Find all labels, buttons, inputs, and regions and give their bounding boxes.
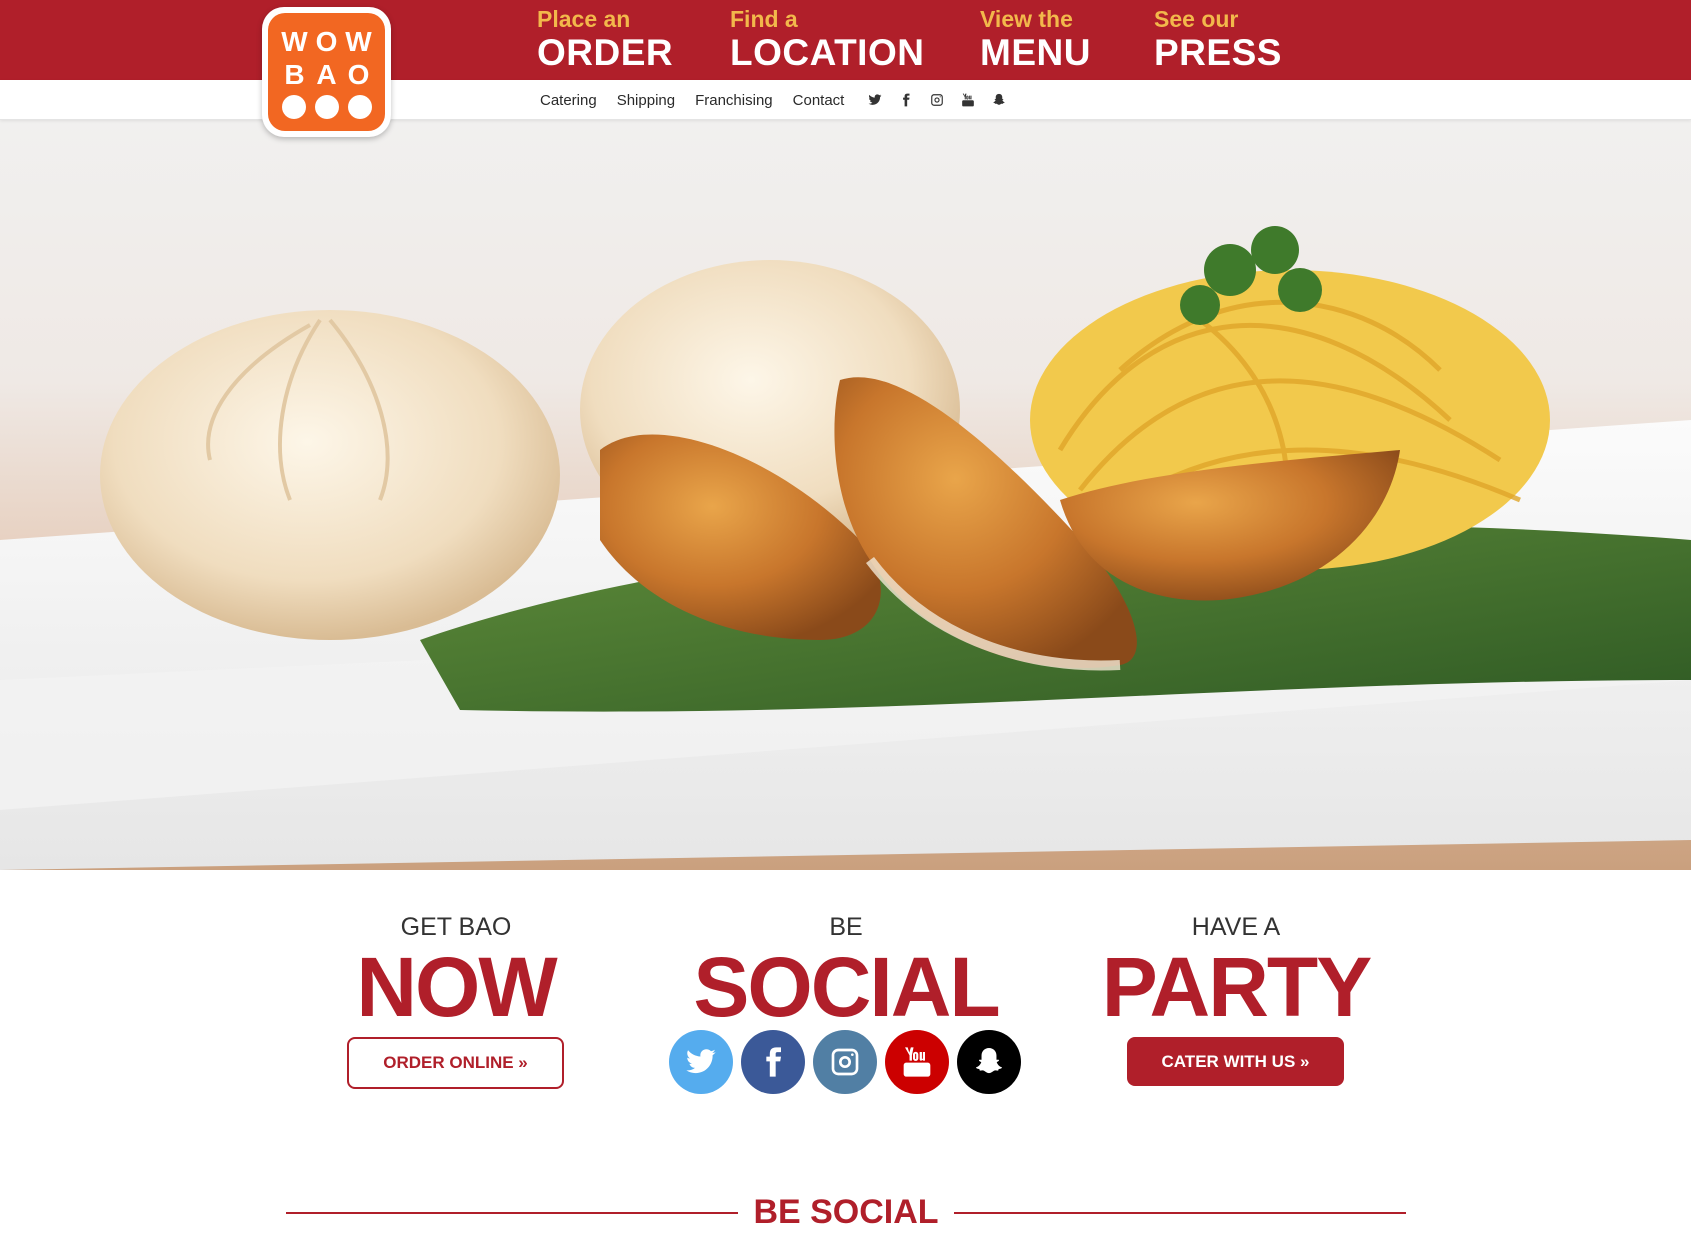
hero-food-image xyxy=(0,120,1691,870)
hero-illustration xyxy=(0,226,1691,870)
main-nav: Place an ORDER Find a LOCATION View the … xyxy=(537,6,1284,74)
nav-press[interactable]: See our PRESS xyxy=(1154,6,1284,74)
logo-letter: A xyxy=(316,59,337,90)
cater-with-us-button[interactable]: CATER WITH US » xyxy=(1127,1037,1344,1086)
nav-menu-caption: View the xyxy=(980,6,1073,32)
top-nav-bar: Place an ORDER Find a LOCATION View the … xyxy=(0,0,1691,80)
youtube-icon[interactable] xyxy=(885,1030,949,1094)
facebook-icon[interactable] xyxy=(895,89,917,111)
twitter-icon[interactable] xyxy=(864,89,886,111)
twitter-icon[interactable] xyxy=(669,1030,733,1094)
cta-social-caption: BE xyxy=(829,913,863,941)
cta-now-title: NOW xyxy=(356,940,557,1034)
sub-nav-shipping[interactable]: Shipping xyxy=(617,92,675,109)
cta-social: BE SOCIAL xyxy=(666,912,1026,1032)
logo-letter: W xyxy=(281,26,308,57)
nav-order-label: ORDER xyxy=(537,32,674,73)
instagram-icon[interactable] xyxy=(813,1030,877,1094)
cta-party-caption: HAVE A xyxy=(1191,913,1281,941)
logo-letter: B xyxy=(284,59,305,90)
youtube-icon[interactable] xyxy=(957,89,979,111)
nav-press-caption: See our xyxy=(1154,6,1239,32)
snapchat-icon[interactable] xyxy=(957,1030,1021,1094)
social-buttons xyxy=(669,1030,1029,1094)
logo-row-middle: B A O xyxy=(279,58,375,91)
nav-order[interactable]: Place an ORDER xyxy=(537,6,730,74)
divider-left xyxy=(286,1212,738,1214)
cta-party-title: PARTY xyxy=(1101,940,1372,1034)
wow-bao-logo[interactable]: W O W B A O xyxy=(262,7,391,137)
facebook-icon[interactable] xyxy=(741,1030,805,1094)
cta-social-title: SOCIAL xyxy=(693,940,1000,1034)
cta-now-caption: GET BAO xyxy=(400,913,512,941)
nav-location-label: LOCATION xyxy=(730,32,925,73)
logo-row-top: W O W xyxy=(279,25,375,58)
sub-nav-bar: Catering Shipping Franchising Contact xyxy=(0,80,1691,120)
section-heading: BE SOCIAL xyxy=(753,1193,939,1231)
logo-dot xyxy=(347,95,372,119)
logo-badge: W O W B A O xyxy=(268,13,385,131)
logo-letter: O xyxy=(347,59,370,90)
order-online-button[interactable]: ORDER ONLINE » xyxy=(347,1037,564,1089)
nav-order-caption: Place an xyxy=(537,6,631,32)
nav-location-caption: Find a xyxy=(730,6,798,32)
sub-nav-franchising[interactable]: Franchising xyxy=(695,92,773,109)
instagram-icon[interactable] xyxy=(926,89,948,111)
nav-press-label: PRESS xyxy=(1154,32,1282,73)
snapchat-icon[interactable] xyxy=(988,89,1010,111)
nav-menu-label: MENU xyxy=(980,32,1091,73)
nav-menu[interactable]: View the MENU xyxy=(980,6,1154,74)
divider-right xyxy=(954,1212,1406,1214)
logo-dots xyxy=(281,95,372,119)
sub-nav-contact[interactable]: Contact xyxy=(793,92,845,109)
sub-nav-catering[interactable]: Catering xyxy=(540,92,597,109)
logo-dot xyxy=(314,95,339,119)
logo-letter: W xyxy=(345,26,372,57)
cta-party: HAVE A PARTY xyxy=(1056,912,1416,1032)
cta-now: GET BAO NOW xyxy=(276,912,636,1032)
sub-nav: Catering Shipping Franchising Contact xyxy=(540,80,1019,120)
logo-dot xyxy=(281,95,306,119)
nav-location[interactable]: Find a LOCATION xyxy=(730,6,980,74)
logo-letter: O xyxy=(315,26,338,57)
